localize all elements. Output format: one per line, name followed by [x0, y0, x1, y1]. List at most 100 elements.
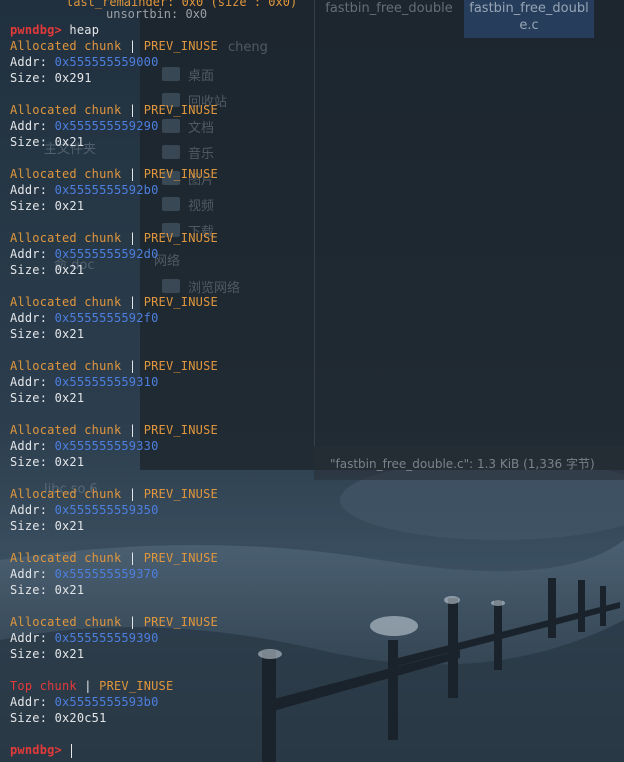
chunk-addr-line: Addr: 0x555555559370	[10, 566, 159, 582]
chunk-kind: Allocated chunk	[10, 231, 122, 245]
chunk-header: Allocated chunk | PREV_INUSE	[10, 38, 218, 54]
chunk-flag: PREV_INUSE	[143, 551, 218, 565]
chunk-size: 0x291	[54, 71, 92, 85]
chunk-size-line: Size: 0x21	[10, 582, 84, 598]
chunk-flag: PREV_INUSE	[143, 359, 218, 373]
chunk-kind: Allocated chunk	[10, 103, 122, 117]
chunk-size-line: Size: 0x21	[10, 646, 84, 662]
chunk-size-line: Size: 0x21	[10, 454, 84, 470]
chunk-header: Allocated chunk | PREV_INUSE	[10, 550, 218, 566]
size-label: Size:	[10, 455, 48, 469]
size-label: Size:	[10, 647, 48, 661]
chunk-addr-line: Addr: 0x555555559000	[10, 54, 159, 70]
chunk-kind: Allocated chunk	[10, 39, 122, 53]
chunk-kind: Allocated chunk	[10, 359, 122, 373]
addr-label: Addr:	[10, 119, 48, 133]
chunk-size-line: Size: 0x20c51	[10, 710, 107, 726]
size-label: Size:	[10, 199, 48, 213]
chunk-flag: PREV_INUSE	[143, 423, 218, 437]
chunk-address: 0x555555559370	[54, 567, 159, 581]
addr-label: Addr:	[10, 503, 48, 517]
chunk-flag: PREV_INUSE	[143, 39, 218, 53]
size-label: Size:	[10, 391, 48, 405]
chunk-header: Allocated chunk | PREV_INUSE	[10, 614, 218, 630]
terminal-output[interactable]: last_remainder: 0x0 (size : 0x0) unsortb…	[0, 0, 624, 762]
chunk-size: 0x21	[54, 455, 85, 469]
chunk-addr-line: Addr: 0x555555559330	[10, 438, 159, 454]
size-label: Size:	[10, 711, 48, 725]
size-label: Size:	[10, 263, 48, 277]
chunk-size: 0x21	[54, 135, 85, 149]
chunk-header: Allocated chunk | PREV_INUSE	[10, 358, 218, 374]
prompt: pwndbg>	[10, 23, 62, 37]
prompt: pwndbg>	[10, 743, 62, 757]
chunk-flag: PREV_INUSE	[143, 231, 218, 245]
chunk-address: 0x555555559000	[54, 55, 159, 69]
size-label: Size:	[10, 519, 48, 533]
addr-label: Addr:	[10, 183, 48, 197]
chunk-kind: Allocated chunk	[10, 423, 122, 437]
command-text: heap	[69, 23, 100, 37]
addr-label: Addr:	[10, 695, 48, 709]
chunk-header: Allocated chunk | PREV_INUSE	[10, 294, 218, 310]
chunk-address: 0x5555555592d0	[54, 247, 159, 261]
partial-unsortbin-line: unsortbin: 0x0	[106, 7, 208, 21]
chunk-address: 0x555555559390	[54, 631, 159, 645]
chunk-header: Allocated chunk | PREV_INUSE	[10, 422, 218, 438]
chunk-address: 0x555555559290	[54, 119, 159, 133]
chunk-size-line: Size: 0x21	[10, 326, 84, 342]
chunk-address: 0x555555559310	[54, 375, 159, 389]
chunk-kind: Top chunk	[10, 679, 77, 693]
addr-label: Addr:	[10, 247, 48, 261]
size-label: Size:	[10, 583, 48, 597]
chunk-size: 0x21	[54, 327, 85, 341]
final-prompt-line[interactable]: pwndbg>	[10, 742, 73, 758]
chunk-size: 0x21	[54, 519, 85, 533]
addr-label: Addr:	[10, 375, 48, 389]
addr-label: Addr:	[10, 439, 48, 453]
chunk-size-line: Size: 0x21	[10, 134, 84, 150]
addr-label: Addr:	[10, 631, 48, 645]
chunk-address: 0x5555555592b0	[54, 183, 159, 197]
command-line: pwndbg> heap	[10, 22, 99, 38]
chunk-addr-line: Addr: 0x555555559310	[10, 374, 159, 390]
chunk-kind: Allocated chunk	[10, 167, 122, 181]
size-label: Size:	[10, 327, 48, 341]
chunk-address: 0x5555555592f0	[54, 311, 159, 325]
chunk-size: 0x21	[54, 199, 85, 213]
chunk-header: Allocated chunk | PREV_INUSE	[10, 102, 218, 118]
chunk-size-line: Size: 0x21	[10, 390, 84, 406]
chunk-size-line: Size: 0x21	[10, 262, 84, 278]
addr-label: Addr:	[10, 567, 48, 581]
chunk-kind: Allocated chunk	[10, 487, 122, 501]
chunk-kind: Allocated chunk	[10, 615, 122, 629]
chunk-addr-line: Addr: 0x555555559350	[10, 502, 159, 518]
chunk-address: 0x555555559350	[54, 503, 159, 517]
chunk-flag: PREV_INUSE	[143, 487, 218, 501]
chunk-header: Top chunk | PREV_INUSE	[10, 678, 173, 694]
chunk-flag: PREV_INUSE	[143, 295, 218, 309]
chunk-addr-line: Addr: 0x5555555592d0	[10, 246, 159, 262]
size-label: Size:	[10, 135, 48, 149]
chunk-addr-line: Addr: 0x5555555592f0	[10, 310, 159, 326]
addr-label: Addr:	[10, 55, 48, 69]
chunk-flag: PREV_INUSE	[143, 167, 218, 181]
chunk-size-line: Size: 0x21	[10, 518, 84, 534]
text-cursor	[71, 743, 73, 758]
chunk-address: 0x555555559330	[54, 439, 159, 453]
chunk-flag: PREV_INUSE	[143, 103, 218, 117]
chunk-size: 0x21	[54, 263, 85, 277]
chunk-size-line: Size: 0x291	[10, 70, 92, 86]
chunk-separator: |	[84, 679, 92, 693]
chunk-flag: PREV_INUSE	[143, 615, 218, 629]
chunk-size: 0x21	[54, 583, 85, 597]
chunk-size: 0x20c51	[54, 711, 107, 725]
chunk-header: Allocated chunk | PREV_INUSE	[10, 166, 218, 182]
chunk-address: 0x5555555593b0	[54, 695, 159, 709]
chunk-kind: Allocated chunk	[10, 551, 122, 565]
chunk-addr-line: Addr: 0x555555559290	[10, 118, 159, 134]
chunk-addr-line: Addr: 0x555555559390	[10, 630, 159, 646]
chunk-addr-line: Addr: 0x5555555592b0	[10, 182, 159, 198]
chunk-header: Allocated chunk | PREV_INUSE	[10, 486, 218, 502]
chunk-size: 0x21	[54, 391, 85, 405]
